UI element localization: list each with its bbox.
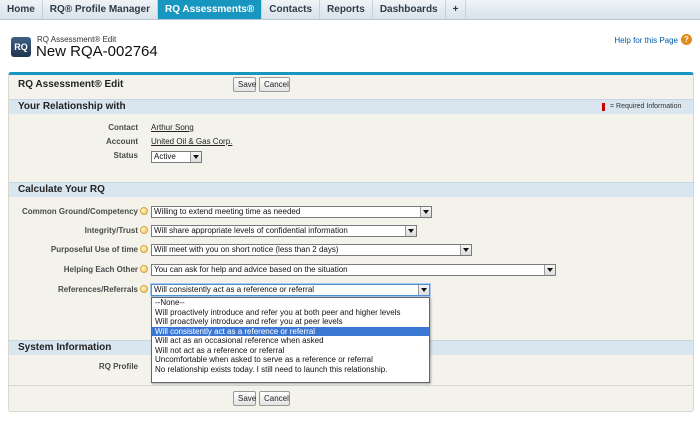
account-label: Account bbox=[106, 137, 138, 146]
common-ground-value: Willing to extend meeting time as needed bbox=[154, 207, 301, 216]
help-bubble-icon[interactable] bbox=[140, 265, 148, 273]
helping-each-other-select[interactable]: You can ask for help and advice based on… bbox=[151, 264, 556, 276]
dropdown-option-no-relationship[interactable]: No relationship exists today. I still ne… bbox=[152, 365, 429, 375]
chevron-down-icon bbox=[190, 152, 201, 162]
status-select[interactable]: Active bbox=[151, 151, 202, 163]
page-title: New RQA-002764 bbox=[36, 43, 158, 60]
help-bubble-icon[interactable] bbox=[140, 285, 148, 293]
common-ground-select[interactable]: Willing to extend meeting time as needed bbox=[151, 206, 432, 218]
purposeful-use-value: Will meet with you on short notice (less… bbox=[154, 245, 339, 254]
help-for-this-page-link[interactable]: Help for this Page bbox=[614, 36, 678, 45]
chevron-down-icon bbox=[405, 226, 416, 236]
required-info-text: = Required Information bbox=[610, 103, 682, 110]
relationship-section-title: Your Relationship with bbox=[18, 101, 126, 112]
contact-label: Contact bbox=[108, 123, 138, 132]
cancel-button-top[interactable]: Cancel bbox=[259, 77, 290, 92]
helping-each-other-value: You can ask for help and advice based on… bbox=[154, 265, 348, 274]
dropdown-option-uncomfortable[interactable]: Uncomfortable when asked to serve as a r… bbox=[152, 355, 429, 365]
dropdown-option-none[interactable]: --None-- bbox=[152, 298, 429, 308]
tab-rq-profile-manager[interactable]: RQ® Profile Manager bbox=[43, 0, 158, 19]
purposeful-use-select[interactable]: Will meet with you on short notice (less… bbox=[151, 244, 472, 256]
chevron-down-icon bbox=[418, 285, 429, 295]
purposeful-use-label: Purposeful Use of time bbox=[50, 245, 138, 254]
help-bubble-icon[interactable] bbox=[140, 226, 148, 234]
integrity-trust-label: Integrity/Trust bbox=[84, 226, 138, 235]
rq-section-title: Calculate Your RQ bbox=[18, 184, 105, 195]
dropdown-option-occasional-reference[interactable]: Will act as an occasional reference when… bbox=[152, 336, 429, 346]
references-referrals-value: Will consistently act as a reference or … bbox=[154, 285, 315, 294]
system-section-title: System Information bbox=[18, 342, 112, 353]
dropdown-option-no-reference[interactable]: Will not act as a reference or referral bbox=[152, 346, 429, 356]
form-title: RQ Assessment® Edit bbox=[18, 79, 124, 90]
chevron-down-icon bbox=[460, 245, 471, 255]
tab-rq-assessments[interactable]: RQ Assessments® bbox=[157, 0, 263, 19]
save-button-top[interactable]: Save bbox=[233, 77, 256, 92]
help-icon[interactable]: ? bbox=[681, 34, 692, 45]
cancel-button-bottom[interactable]: Cancel bbox=[259, 391, 290, 406]
rq-profile-label: RQ Profile bbox=[98, 362, 138, 371]
tab-home[interactable]: Home bbox=[0, 0, 43, 19]
contact-link[interactable]: Arthur Song bbox=[151, 123, 194, 132]
tab-contacts[interactable]: Contacts bbox=[262, 0, 321, 19]
status-select-value: Active bbox=[154, 152, 176, 161]
references-referrals-label: References/Referrals bbox=[57, 285, 138, 294]
tab-reports[interactable]: Reports bbox=[320, 0, 373, 19]
top-tab-bar: Home RQ® Profile Manager RQ Assessments®… bbox=[0, 0, 700, 20]
tab-dashboards[interactable]: Dashboards bbox=[373, 0, 446, 19]
rq-assessment-icon: RQ bbox=[11, 37, 31, 57]
chevron-down-icon bbox=[544, 265, 555, 275]
save-button-bottom[interactable]: Save bbox=[233, 391, 256, 406]
integrity-trust-value: Will share appropriate levels of confide… bbox=[154, 226, 348, 235]
status-label: Status bbox=[113, 151, 138, 160]
references-referrals-select[interactable]: Will consistently act as a reference or … bbox=[151, 284, 430, 296]
rq-section-bar bbox=[9, 182, 693, 197]
account-link[interactable]: United Oil & Gas Corp. bbox=[151, 137, 232, 146]
common-ground-label: Common Ground/Competency bbox=[21, 207, 138, 216]
help-bubble-icon[interactable] bbox=[140, 245, 148, 253]
add-tab-button[interactable]: + bbox=[446, 0, 467, 19]
form-footer-divider bbox=[9, 385, 693, 386]
integrity-trust-select[interactable]: Will share appropriate levels of confide… bbox=[151, 225, 417, 237]
chevron-down-icon bbox=[420, 207, 431, 217]
dropdown-option-refer-peer-and-higher[interactable]: Will proactively introduce and refer you… bbox=[152, 308, 429, 318]
help-bubble-icon[interactable] bbox=[140, 207, 148, 215]
references-referrals-dropdown-list: --None-- Will proactively introduce and … bbox=[151, 297, 430, 383]
dropdown-option-refer-peer[interactable]: Will proactively introduce and refer you… bbox=[152, 317, 429, 327]
dropdown-option-consistent-reference[interactable]: Will consistently act as a reference or … bbox=[152, 326, 429, 337]
required-marker bbox=[602, 103, 605, 111]
helping-each-other-label: Helping Each Other bbox=[63, 265, 138, 274]
